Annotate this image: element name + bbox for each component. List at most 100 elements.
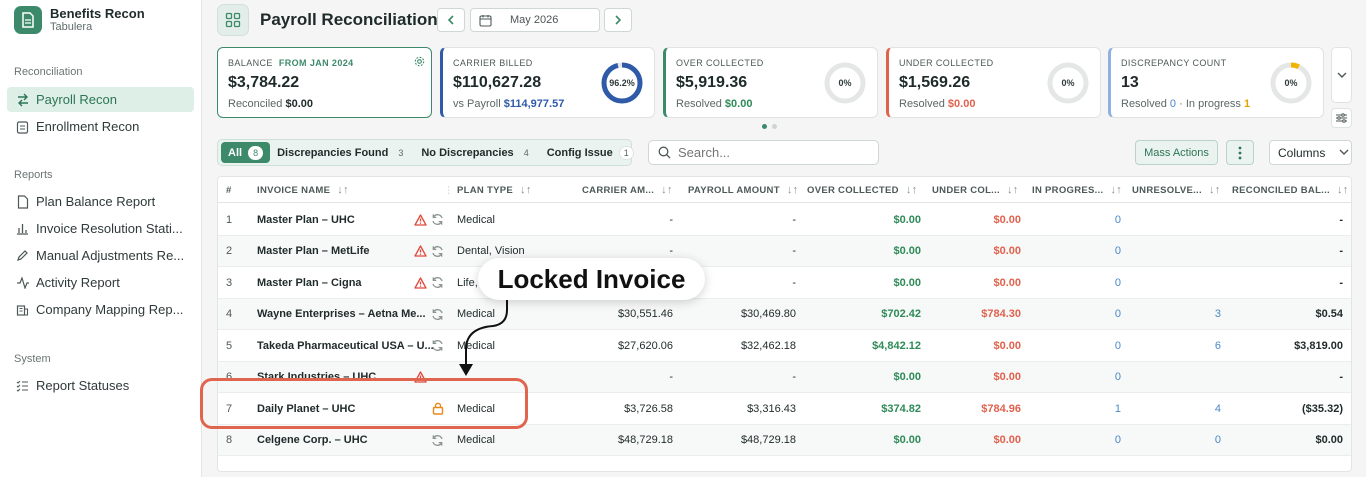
unresolved-count[interactable]: 3 [1121,299,1221,330]
search-box[interactable] [648,140,879,165]
col-header-index[interactable]: # [226,177,232,203]
clipboard-icon [15,119,30,134]
col-header-in-progress[interactable]: IN PROGRES... ↓↑ [1032,177,1122,203]
unresolved-count[interactable]: 0 [1121,425,1221,456]
sidebar-item-enrollment-recon[interactable]: Enrollment Recon [7,114,194,139]
over-collected: $702.42 [881,308,921,320]
expand-cards-button[interactable] [1331,47,1352,103]
col-header-over-collected[interactable]: OVER COLLECTED ↓↑ [807,177,917,203]
carousel-dot[interactable] [772,124,777,129]
over-collected: $0.00 [893,371,921,383]
gear-icon[interactable] [414,56,425,67]
in-progress-count[interactable]: 0 [1021,425,1121,456]
row-index: 8 [226,434,233,446]
prev-period-button[interactable] [437,8,465,32]
plan-type: Medical [457,213,495,226]
sync-icon[interactable] [430,307,445,322]
mass-actions-button[interactable]: Mass Actions [1135,140,1218,165]
sync-icon[interactable] [430,338,445,353]
grid-icon[interactable] [217,4,249,36]
unresolved-count[interactable] [1121,362,1221,393]
col-header-under-collected[interactable]: UNDER COL... ↓↑ [932,177,1019,203]
card-balance-label: Balance [228,58,273,68]
unresolved-count[interactable]: 4 [1121,393,1221,424]
table-row[interactable]: 8 Celgene Corp. – UHC Medical $48,729.18 $48… [218,424,1351,456]
carousel-dot-active[interactable] [762,124,767,129]
card-carrier-billed[interactable]: Carrier Billed $110,627.28 vs Payroll $1… [440,47,655,118]
unresolved-count[interactable]: 6 [1121,330,1221,361]
reconciled-balance: - [1339,245,1343,257]
carrier-amount: - [669,371,673,383]
table-row[interactable]: 3Master Plan – CignaLife,--$0.00$0.000- [218,267,1351,299]
in-progress-count[interactable]: 0 [1021,236,1121,267]
filter-config-issue[interactable]: Config Issue 1 [540,142,641,163]
sync-icon[interactable] [430,433,445,448]
col-header-unresolved[interactable]: UNRESOLVE... ↓↑ [1132,177,1221,203]
sidebar-item-manual-adjustments[interactable]: Manual Adjustments Re... [7,243,194,268]
table-row[interactable]: 5 Takeda Pharmaceutical USA – U... Medical… [218,330,1351,362]
in-progress-count[interactable]: 1 [1021,393,1121,424]
row-index: 4 [226,308,233,320]
card-over-sub-label: Resolved [676,98,722,110]
col-header-plan-type[interactable]: PLAN TYPE ↓↑ [457,177,532,203]
sidebar-item-invoice-resolution[interactable]: Invoice Resolution Stati... [7,216,194,241]
in-progress-count[interactable]: 0 [1021,330,1121,361]
in-progress-count[interactable]: 0 [1021,267,1121,298]
payroll-amount: - [792,213,796,226]
warning-icon[interactable] [413,244,428,259]
col-header-carrier-amount[interactable]: CARRIER AM... ↓↑ [582,177,673,203]
reconciled-balance: - [1339,371,1343,383]
payroll-amount: $48,729.18 [740,434,796,446]
filter-no-discrepancies[interactable]: No Discrepancies 4 [414,142,539,163]
sync-icon[interactable] [430,275,445,290]
card-discrepancy-count[interactable]: Discrepancy Count 13 Resolved 0 · In pro… [1108,47,1324,118]
invoice-name[interactable]: Wayne Enterprises – Aetna Me... [257,299,426,330]
filter-discrepancies-found[interactable]: Discrepancies Found 3 [270,142,414,163]
sync-icon[interactable] [430,212,445,227]
filter-label: No Discrepancies [421,146,514,159]
card-balance[interactable]: Balance From Jan 2024 $3,784.22 Reconcile… [217,47,432,118]
col-header-payroll-amount[interactable]: PAYROLL AMOUNT ↓↑ [688,177,798,203]
sidebar-item-company-mapping[interactable]: Company Mapping Rep... [7,297,194,322]
columns-button[interactable]: Columns [1269,140,1352,165]
invoice-name[interactable]: Celgene Corp. – UHC [257,425,368,456]
card-balance-value: $3,784.22 [228,74,300,91]
next-period-button[interactable] [604,8,632,32]
sidebar-item-activity-report[interactable]: Activity Report [7,270,194,295]
card-count-label: Discrepancy Count [1121,58,1227,68]
card-carrier-label: Carrier Billed [453,58,533,68]
more-actions-button[interactable] [1226,140,1254,165]
filter-all[interactable]: All 8 [221,142,271,163]
invoice-name[interactable]: Master Plan – MetLife [257,236,369,267]
col-header-reconciled-balance[interactable]: RECONCILED BAL... ↓↑ [1232,177,1349,203]
in-progress-count[interactable]: 0 [1021,362,1121,393]
sidebar-item-report-statuses[interactable]: Report Statuses [7,373,194,398]
col-header-invoice-name[interactable]: INVOICE NAME ↓↑ [257,177,349,203]
search-input[interactable] [678,145,858,160]
sidebar-item-plan-balance-report[interactable]: Plan Balance Report [7,189,194,214]
period-picker[interactable]: May 2026 [470,8,600,32]
activity-icon [15,275,30,290]
card-over-collected[interactable]: Over Collected $5,919.36 Resolved $0.00 … [663,47,878,118]
over-ring-label: 0% [838,78,852,88]
card-under-collected[interactable]: Under Collected $1,569.26 Resolved $0.00… [886,47,1101,118]
table-row[interactable]: 4 Wayne Enterprises – Aetna Me... Medical $… [218,298,1351,330]
warning-icon[interactable] [413,275,428,290]
sidebar-item-payroll-recon[interactable]: Payroll Recon [7,87,194,112]
warning-icon[interactable] [413,212,428,227]
invoice-name[interactable]: Master Plan – Cigna [257,267,362,298]
table-row[interactable]: 1 Master Plan – UHC Medical - - $0.00 $0.00 0- [218,204,1351,236]
in-progress-count[interactable]: 0 [1021,204,1121,235]
table-row[interactable]: 2 Master Plan – MetLife Dental, Vision - - $0… [218,235,1351,267]
brand[interactable]: Benefits Recon Tabulera [14,6,145,34]
brand-subtitle: Tabulera [50,21,93,33]
card-settings-button[interactable] [1331,108,1352,128]
invoice-name[interactable]: Master Plan – UHC [257,204,355,235]
in-progress-count[interactable]: 0 [1021,299,1121,330]
payroll-amount: - [792,245,796,257]
sync-icon[interactable] [430,244,445,259]
unresolved-count[interactable] [1121,267,1221,298]
invoice-name[interactable]: Takeda Pharmaceutical USA – U... [257,330,434,361]
unresolved-count[interactable] [1121,236,1221,267]
unresolved-count[interactable] [1121,204,1221,235]
